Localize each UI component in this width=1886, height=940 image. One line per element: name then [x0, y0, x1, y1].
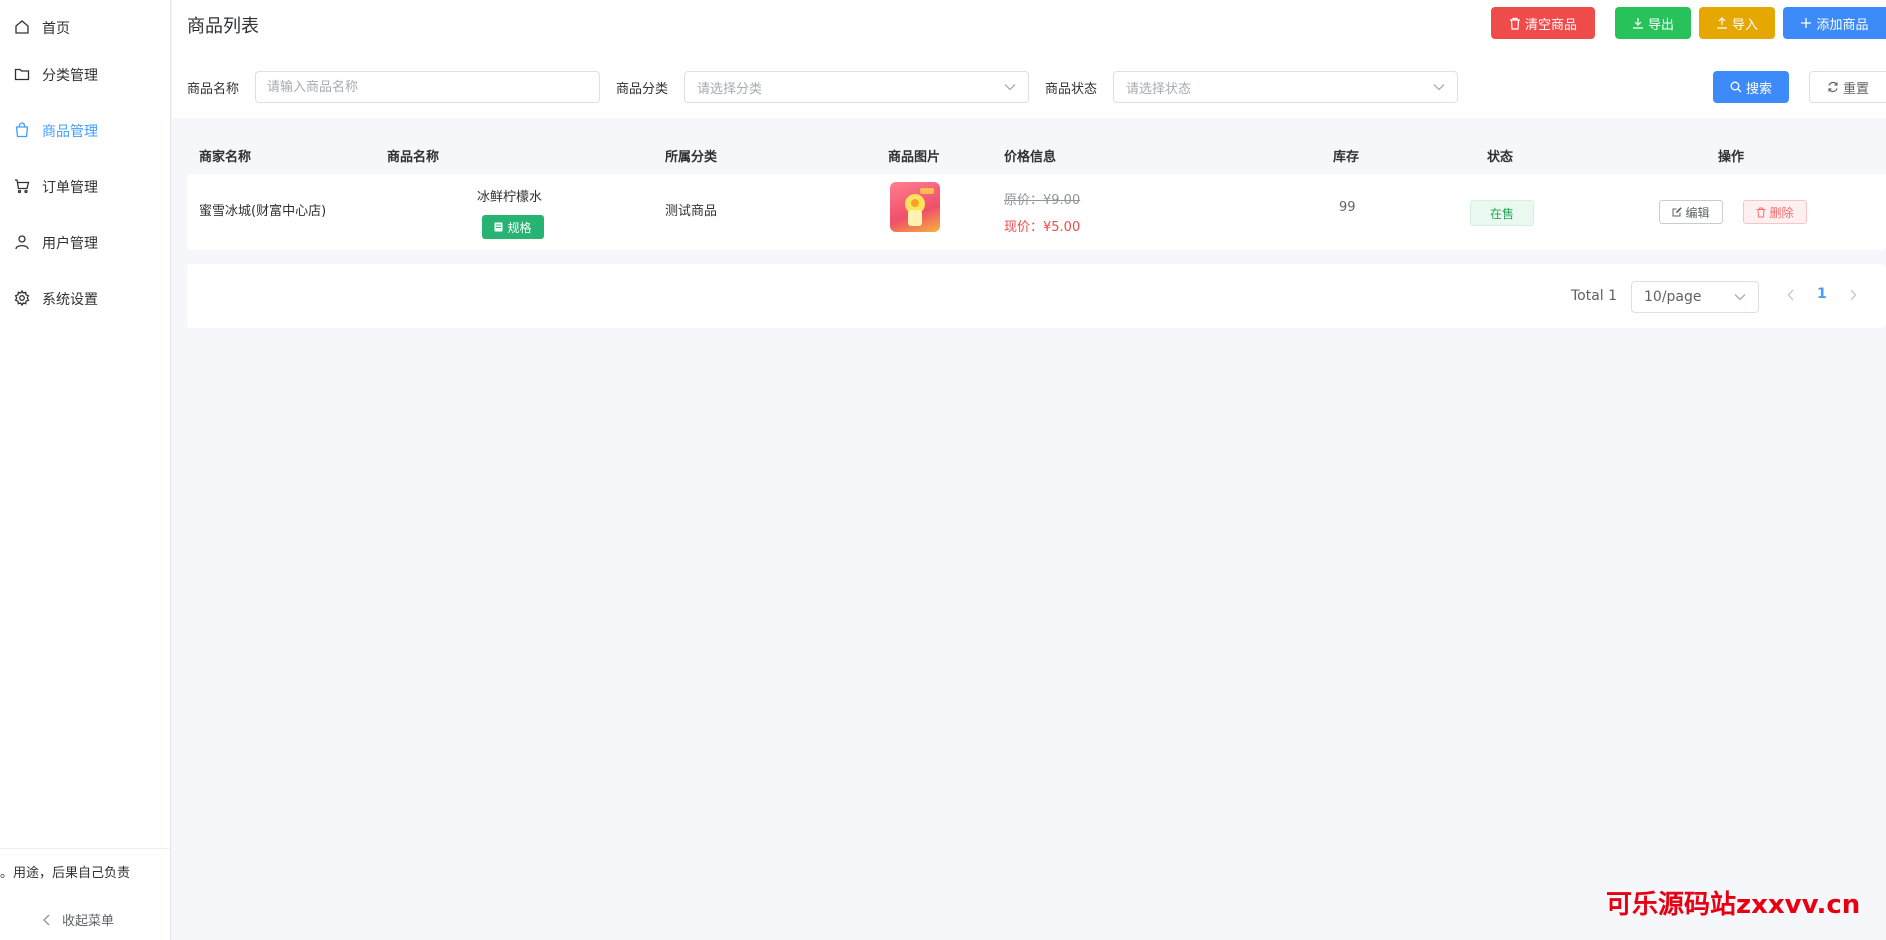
refresh-icon — [1827, 81, 1839, 93]
category-filter-label: 商品分类 — [616, 82, 669, 97]
product-image — [890, 182, 940, 232]
product-name-input[interactable] — [255, 71, 600, 103]
page-title: 商品列表 — [187, 16, 259, 37]
status-label: 在售 — [1489, 206, 1514, 221]
sidebar-item-label: 系统设置 — [42, 292, 98, 308]
sidebar-item-users[interactable]: 用户管理 — [0, 215, 170, 271]
delete-button[interactable]: 删除 — [1743, 200, 1807, 224]
clear-products-button[interactable]: 清空商品 — [1491, 7, 1595, 39]
reset-button[interactable]: 重置 — [1809, 71, 1886, 103]
column-header-image: 商品图片 — [888, 150, 941, 165]
chevron-left-icon — [1787, 289, 1795, 305]
export-button[interactable]: 导出 — [1615, 7, 1691, 39]
column-header-status: 状态 — [1487, 150, 1514, 165]
product-name: 冰鲜柠檬水 — [477, 190, 543, 205]
download-icon — [1632, 17, 1644, 29]
column-header-actions: 操作 — [1718, 150, 1745, 165]
sidebar-divider — [0, 848, 170, 849]
chevron-right-icon — [1849, 289, 1857, 305]
collapse-menu-label: 收起菜单 — [62, 914, 115, 929]
clear-products-label: 清空商品 — [1524, 17, 1577, 33]
delete-label: 删除 — [1769, 205, 1794, 220]
category-select-placeholder: 请选择分类 — [697, 81, 763, 97]
status-badge: 在售 — [1470, 200, 1534, 226]
category-name: 测试商品 — [665, 204, 718, 219]
sidebar-item-label: 商品管理 — [42, 124, 98, 140]
home-icon — [14, 19, 32, 37]
plus-icon — [1800, 17, 1812, 29]
upload-icon — [1716, 17, 1728, 29]
page-size-value: 10/page — [1644, 289, 1702, 305]
page-size-select[interactable]: 10/page — [1631, 281, 1759, 313]
gear-icon — [14, 290, 32, 308]
sidebar-item-settings[interactable]: 系统设置 — [0, 271, 170, 327]
product-table: 商家名称 商品名称 所属分类 商品图片 价格信息 库存 状态 操作 蜜雪冰城(财… — [187, 134, 1886, 250]
stock-value: 99 — [1339, 200, 1356, 215]
sidebar-item-products[interactable]: 商品管理 — [0, 103, 170, 159]
table-header: 商家名称 商品名称 所属分类 商品图片 价格信息 库存 状态 操作 — [187, 134, 1886, 174]
user-icon — [14, 234, 32, 252]
sidebar-item-label: 分类管理 — [42, 68, 98, 84]
spec-button[interactable]: 规格 — [482, 215, 544, 239]
sidebar-item-label: 用户管理 — [42, 236, 98, 252]
page-number[interactable]: 1 — [1817, 286, 1827, 302]
edit-icon — [1672, 207, 1683, 217]
trash-icon — [1509, 17, 1521, 30]
shopping-bag-icon — [14, 122, 32, 140]
chevron-down-icon — [1433, 80, 1445, 95]
export-label: 导出 — [1647, 17, 1674, 33]
column-header-category: 所属分类 — [665, 150, 718, 165]
prev-page-button[interactable] — [1781, 287, 1801, 307]
sidebar: 首页 分类管理 商品管理 订单管理 用户管理 系统设置 用途，后果自己负责。 收… — [0, 0, 171, 940]
edit-button[interactable]: 编辑 — [1659, 200, 1723, 224]
sidebar-item-label: 订单管理 — [42, 180, 98, 196]
sidebar-item-orders[interactable]: 订单管理 — [0, 159, 170, 215]
status-select[interactable]: 请选择状态 — [1113, 71, 1458, 103]
status-filter-label: 商品状态 — [1045, 82, 1098, 97]
search-button[interactable]: 搜索 — [1713, 71, 1789, 103]
product-name-filter-label: 商品名称 — [187, 82, 240, 97]
sidebar-notice: 用途，后果自己负责。 — [0, 866, 131, 881]
import-button[interactable]: 导入 — [1699, 7, 1775, 39]
chevron-left-icon — [42, 914, 52, 926]
import-label: 导入 — [1731, 17, 1758, 33]
original-price: 原价：¥9.00 — [1004, 193, 1081, 208]
current-price: 现价：¥5.00 — [1004, 220, 1081, 235]
column-header-merchant: 商家名称 — [199, 150, 252, 165]
sidebar-item-label: 首页 — [42, 21, 70, 37]
chevron-down-icon — [1734, 289, 1746, 305]
add-product-button[interactable]: 添加商品 — [1783, 7, 1886, 39]
pagination: Total 1 10/page 1 — [187, 264, 1886, 328]
column-header-stock: 库存 — [1333, 150, 1360, 165]
reset-label: 重置 — [1842, 81, 1869, 97]
watermark: 可乐源码站zxxvv.cn — [1606, 890, 1861, 920]
trash-icon — [1756, 207, 1766, 218]
document-icon — [494, 222, 503, 232]
spec-label: 规格 — [507, 220, 532, 235]
next-page-button[interactable] — [1843, 287, 1863, 307]
column-header-price: 价格信息 — [1004, 150, 1057, 165]
header-panel: 商品列表 清空商品 导出 导入 添加商品 商品名称 商品分类 请选择分类 商品状… — [172, 0, 1886, 118]
search-label: 搜索 — [1745, 81, 1772, 97]
category-select[interactable]: 请选择分类 — [684, 71, 1029, 103]
add-product-label: 添加商品 — [1816, 17, 1869, 33]
search-icon — [1730, 81, 1742, 93]
status-select-placeholder: 请选择状态 — [1126, 81, 1192, 97]
collapse-menu-button[interactable]: 收起菜单 — [42, 910, 114, 929]
pagination-total: Total 1 — [1571, 288, 1618, 304]
edit-label: 编辑 — [1685, 205, 1710, 220]
cart-icon — [14, 178, 32, 196]
merchant-name: 蜜雪冰城(财富中心店) — [199, 204, 327, 219]
sidebar-item-category[interactable]: 分类管理 — [0, 47, 170, 103]
chevron-down-icon — [1004, 80, 1016, 95]
column-header-product: 商品名称 — [387, 150, 440, 165]
folder-icon — [14, 66, 32, 84]
